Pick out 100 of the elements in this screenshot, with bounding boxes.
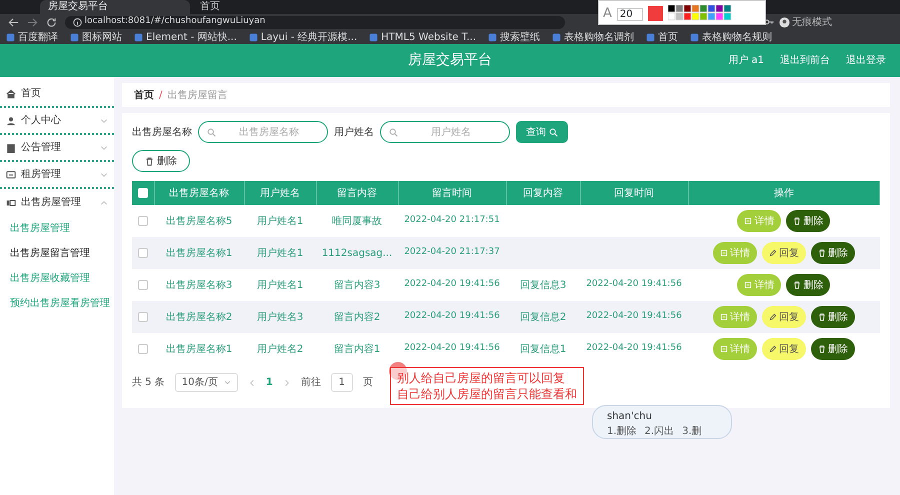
- sidebar-item[interactable]: 出售房屋管理: [0, 189, 114, 216]
- user-icon: [6, 116, 16, 126]
- table-cell: 用户姓名1: [256, 248, 304, 258]
- trash-icon: [818, 313, 826, 321]
- table-cell: 1112sagsag...: [322, 248, 392, 258]
- search-icon: [389, 128, 398, 137]
- column-header: 回复内容: [506, 181, 580, 205]
- ime-candidate[interactable]: 3.删: [682, 424, 702, 439]
- table-cell: 回复信息2: [520, 312, 566, 322]
- chevron-icon: [100, 170, 108, 178]
- profile-icon: [778, 16, 790, 28]
- bookmark[interactable]: 表格购物名调剂: [552, 30, 634, 44]
- table-cell: 2022-04-20 19:41:56: [404, 311, 500, 322]
- pencil-icon: [768, 249, 777, 257]
- table-cell: 回复信息3: [520, 280, 566, 290]
- browser-tab[interactable]: 首页: [192, 0, 342, 14]
- sidebar-item[interactable]: 首页: [0, 81, 114, 108]
- bookmark[interactable]: 首页: [646, 30, 678, 44]
- table-cell: 用户姓名3: [256, 312, 304, 322]
- search-field[interactable]: 出售房屋名称: [198, 121, 328, 143]
- reply-button[interactable]: 回复: [762, 242, 806, 264]
- bookmark-icon: [488, 32, 498, 42]
- table-cell: 用户姓名2: [256, 344, 304, 354]
- breadcrumb-link[interactable]: 首页: [134, 88, 154, 102]
- delete-button[interactable]: 删除: [786, 274, 830, 296]
- page-input[interactable]: 1: [330, 373, 353, 392]
- column-header: 留言内容: [316, 181, 398, 205]
- sidebar-subitem[interactable]: 出售房屋留言管理: [0, 241, 114, 266]
- breadcrumb-separator: /: [159, 88, 162, 102]
- total-count: 共 5 条: [132, 376, 165, 390]
- table-cell: 用户姓名1: [256, 280, 304, 290]
- trash-icon: [818, 249, 826, 257]
- info-icon: [73, 18, 82, 26]
- bookmark-icon: [552, 32, 562, 42]
- ime-candidate[interactable]: 1.删除: [607, 424, 637, 439]
- table-cell: 留言内容1: [334, 344, 380, 354]
- search-icon: [207, 128, 216, 137]
- table-cell: 2022-04-20 19:41:56: [586, 311, 682, 322]
- ime-composition-text: shan'chu: [607, 410, 653, 424]
- edit-icon: [744, 281, 752, 289]
- sidebar-item[interactable]: 公告管理: [0, 135, 114, 162]
- current-color-swatch[interactable]: [648, 6, 663, 21]
- font-size-field[interactable]: 20: [616, 8, 643, 21]
- delete-button[interactable]: 删除: [810, 306, 855, 328]
- url-text: localhost:8081/#/chushoufangwuLiuyan: [84, 15, 266, 28]
- table-cell: 2022-04-20 21:17:37: [404, 247, 500, 258]
- back-icon: [8, 16, 19, 28]
- text-tool-button[interactable]: A: [603, 6, 612, 21]
- row-checkbox[interactable]: [138, 312, 148, 322]
- delete-button[interactable]: 删除: [786, 210, 830, 232]
- trash-icon: [818, 345, 826, 353]
- forward-icon: [27, 16, 38, 28]
- table-cell: 用户姓名1: [256, 216, 304, 226]
- bookmark[interactable]: 搜索壁纸: [488, 30, 540, 44]
- search-icon: [549, 128, 558, 136]
- trash-icon: [793, 217, 802, 225]
- row-checkbox[interactable]: [138, 280, 148, 290]
- search-field[interactable]: 用户姓名: [380, 121, 510, 143]
- row-checkbox[interactable]: [138, 248, 148, 258]
- color-palette-drawing[interactable]: [668, 5, 732, 21]
- row-checkbox[interactable]: [138, 344, 148, 354]
- edit-icon: [744, 217, 752, 225]
- column-header: 回复时间: [580, 181, 688, 205]
- bookmark-icon: [6, 32, 15, 42]
- trash-icon: [145, 156, 154, 166]
- table-cell: 唯同厦事故: [332, 216, 382, 226]
- bookmark-icon: [690, 32, 700, 42]
- reply-button[interactable]: 回复: [762, 306, 806, 328]
- sidebar-item[interactable]: 个人中心: [0, 108, 114, 135]
- page-size-select[interactable]: 10条/页: [174, 373, 238, 392]
- bookmark[interactable]: 百度翻译: [6, 30, 58, 44]
- delete-button[interactable]: 删除: [810, 338, 855, 360]
- column-header: 出售房屋名称: [154, 181, 244, 205]
- edit-icon: [720, 313, 728, 321]
- prev-page-icon: [248, 378, 256, 386]
- profile-label[interactable]: 无痕模式: [792, 14, 832, 30]
- delete-button[interactable]: 删除: [810, 242, 855, 264]
- bookmark[interactable]: HTML5 Website T...: [369, 30, 476, 44]
- table-cell: 留言内容3: [334, 280, 380, 290]
- bookmark-icon: [134, 32, 143, 42]
- table-cell: 出售房屋名称3: [166, 280, 232, 290]
- bookmark[interactable]: Element - 网站快...: [134, 30, 237, 44]
- chevron-icon: [224, 379, 231, 386]
- reply-button[interactable]: 回复: [762, 338, 806, 360]
- delete-button[interactable]: 删除: [132, 150, 190, 172]
- address-bar[interactable]: localhost:8081/#/chushoufangwuLiuyan: [65, 16, 565, 28]
- select-all-checkbox[interactable]: [138, 188, 148, 198]
- table-cell: 出售房屋名称2: [166, 312, 232, 322]
- goto-suffix: 页: [362, 376, 373, 390]
- sidebar-item[interactable]: 租房管理: [0, 162, 114, 189]
- reload-icon: [46, 16, 57, 28]
- bookmark[interactable]: Layui - 经典开源模...: [248, 30, 358, 44]
- browser-tab[interactable]: 房屋交易平台: [40, 0, 190, 14]
- chevron-icon: [100, 116, 108, 124]
- trash-icon: [793, 281, 802, 289]
- bookmark[interactable]: 表格购物名规则: [690, 30, 772, 44]
- table-cell: 2022-04-20 19:41:56: [404, 343, 500, 354]
- ime-candidate[interactable]: 2.闪出: [644, 424, 674, 439]
- row-checkbox[interactable]: [138, 216, 148, 226]
- bookmark[interactable]: 图标网站: [70, 30, 122, 44]
